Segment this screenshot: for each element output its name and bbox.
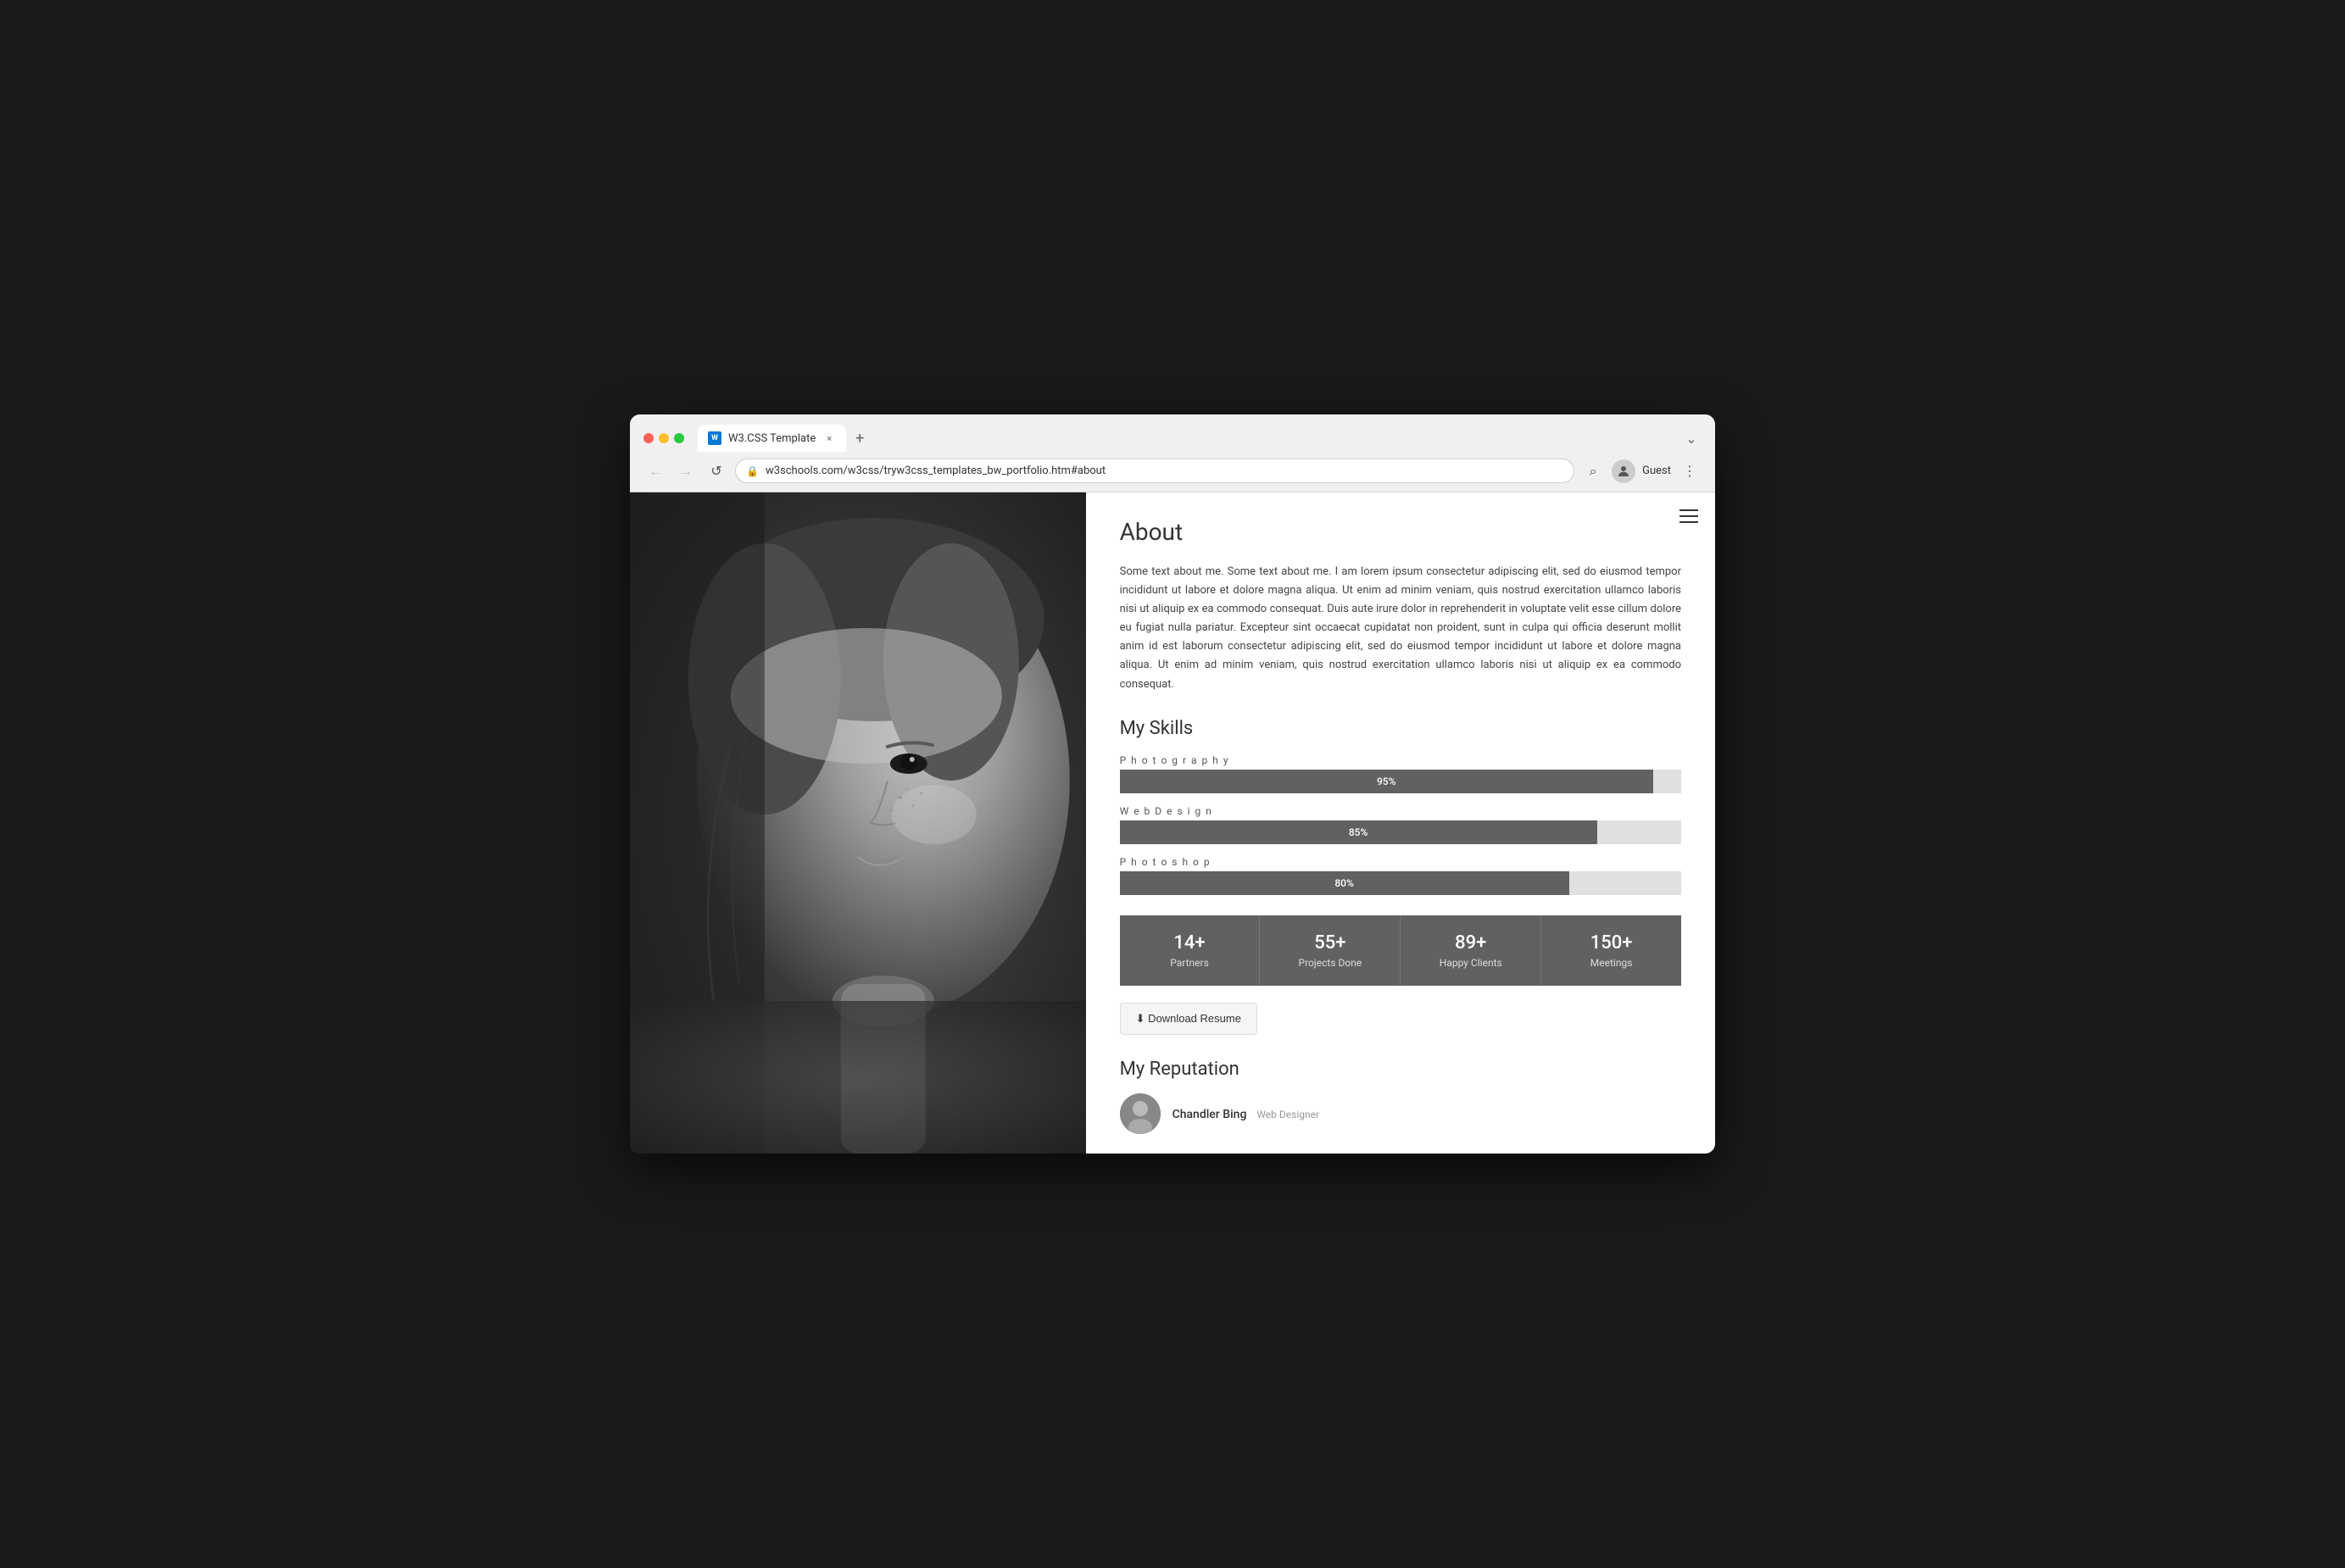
- stat-label: Happy Clients: [1409, 957, 1532, 969]
- reputation-info: Chandler Bing Web Designer: [1172, 1105, 1319, 1121]
- stat-label: Projects Done: [1268, 957, 1391, 969]
- stat-item: 14+ Partners: [1120, 915, 1261, 986]
- about-title: About: [1120, 518, 1681, 546]
- hamburger-line-1: [1679, 509, 1698, 511]
- tab-menu-button[interactable]: ⌄: [1681, 428, 1702, 448]
- skill-bar-container: 95%: [1120, 770, 1681, 793]
- skills-container: P h o t o g r a p h y 95% W e b D e s i g …: [1120, 754, 1681, 895]
- user-label: Guest: [1642, 464, 1671, 477]
- stat-item: 55+ Projects Done: [1260, 915, 1401, 986]
- browser-chrome: W W3.CSS Template × + ⌄ ← → ↺ 🔒 w3school…: [630, 414, 1715, 492]
- stat-number: 89+: [1409, 932, 1532, 954]
- address-bar[interactable]: 🔒 w3schools.com/w3css/tryw3css_templates…: [735, 459, 1574, 483]
- browser-window: W W3.CSS Template × + ⌄ ← → ↺ 🔒 w3school…: [630, 414, 1715, 1154]
- tab-favicon: W: [708, 431, 721, 445]
- forward-button[interactable]: →: [674, 459, 698, 483]
- stat-item: 89+ Happy Clients: [1401, 915, 1541, 986]
- skill-name: P h o t o g r a p h y: [1120, 754, 1681, 766]
- page-content: About Some text about me. Some text abou…: [630, 492, 1715, 1154]
- stat-number: 150+: [1550, 932, 1673, 954]
- stat-number: 55+: [1268, 932, 1391, 954]
- back-button[interactable]: ←: [643, 459, 667, 483]
- hamburger-line-2: [1679, 515, 1698, 517]
- main-content: About Some text about me. Some text abou…: [1086, 492, 1715, 1154]
- skill-bar-container: 85%: [1120, 820, 1681, 844]
- skill-bar-container: 80%: [1120, 871, 1681, 895]
- tab-bar: W W3.CSS Template × + ⌄: [698, 425, 1702, 452]
- refresh-button[interactable]: ↺: [705, 459, 728, 483]
- stat-label: Meetings: [1550, 957, 1673, 969]
- skill-item: P h o t o g r a p h y 95%: [1120, 754, 1681, 793]
- stat-label: Partners: [1128, 957, 1251, 969]
- minimize-traffic-light[interactable]: [659, 433, 669, 443]
- search-icon[interactable]: ⌕: [1581, 459, 1605, 483]
- stat-item: 150+ Meetings: [1541, 915, 1681, 986]
- tab-title: W3.CSS Template: [728, 432, 816, 445]
- maximize-traffic-light[interactable]: [674, 433, 684, 443]
- close-traffic-light[interactable]: [643, 433, 654, 443]
- skills-title: My Skills: [1120, 718, 1681, 739]
- new-tab-button[interactable]: +: [849, 428, 870, 448]
- skill-bar-fill: 80%: [1120, 871, 1569, 895]
- skill-bar-label: 80%: [1334, 877, 1353, 889]
- reputation-role: Web Designer: [1256, 1109, 1319, 1120]
- hamburger-line-3: [1679, 521, 1698, 523]
- toolbar-right: ⌕ Guest ⋮: [1581, 459, 1702, 483]
- user-avatar[interactable]: [1612, 459, 1635, 483]
- browser-titlebar: W W3.CSS Template × + ⌄: [630, 414, 1715, 452]
- portrait-image: [630, 492, 1086, 1154]
- stats-row: 14+ Partners 55+ Projects Done 89+ Happy Clie…: [1120, 915, 1681, 986]
- traffic-lights: [643, 433, 684, 443]
- skill-bar-label: 95%: [1377, 776, 1395, 787]
- more-options-icon[interactable]: ⋮: [1678, 459, 1702, 483]
- skill-bar-label: 85%: [1349, 826, 1367, 838]
- browser-toolbar: ← → ↺ 🔒 w3schools.com/w3css/tryw3css_tem…: [630, 452, 1715, 492]
- active-tab[interactable]: W W3.CSS Template ×: [698, 425, 846, 452]
- tab-close-button[interactable]: ×: [822, 431, 836, 445]
- stat-number: 14+: [1128, 932, 1251, 954]
- url-text: w3schools.com/w3css/tryw3css_templates_b…: [766, 464, 1563, 477]
- skill-name: W e b D e s i g n: [1120, 805, 1681, 817]
- lock-icon: 🔒: [746, 465, 759, 477]
- reputation-title: My Reputation: [1120, 1059, 1681, 1080]
- portrait-section: [630, 492, 1086, 1154]
- reputation-name: Chandler Bing: [1172, 1108, 1247, 1121]
- reputation-avatar: [1120, 1093, 1161, 1134]
- skill-bar-fill: 85%: [1120, 820, 1597, 844]
- download-resume-button[interactable]: ⬇ Download Resume: [1120, 1003, 1257, 1035]
- skill-item: W e b D e s i g n 85%: [1120, 805, 1681, 844]
- hamburger-menu[interactable]: [1679, 509, 1698, 523]
- about-text: Some text about me. Some text about me. …: [1120, 563, 1681, 694]
- reputation-item: Chandler Bing Web Designer: [1120, 1093, 1681, 1134]
- skill-item: P h o t o s h o p 80%: [1120, 856, 1681, 895]
- skill-name: P h o t o s h o p: [1120, 856, 1681, 868]
- skill-bar-fill: 95%: [1120, 770, 1653, 793]
